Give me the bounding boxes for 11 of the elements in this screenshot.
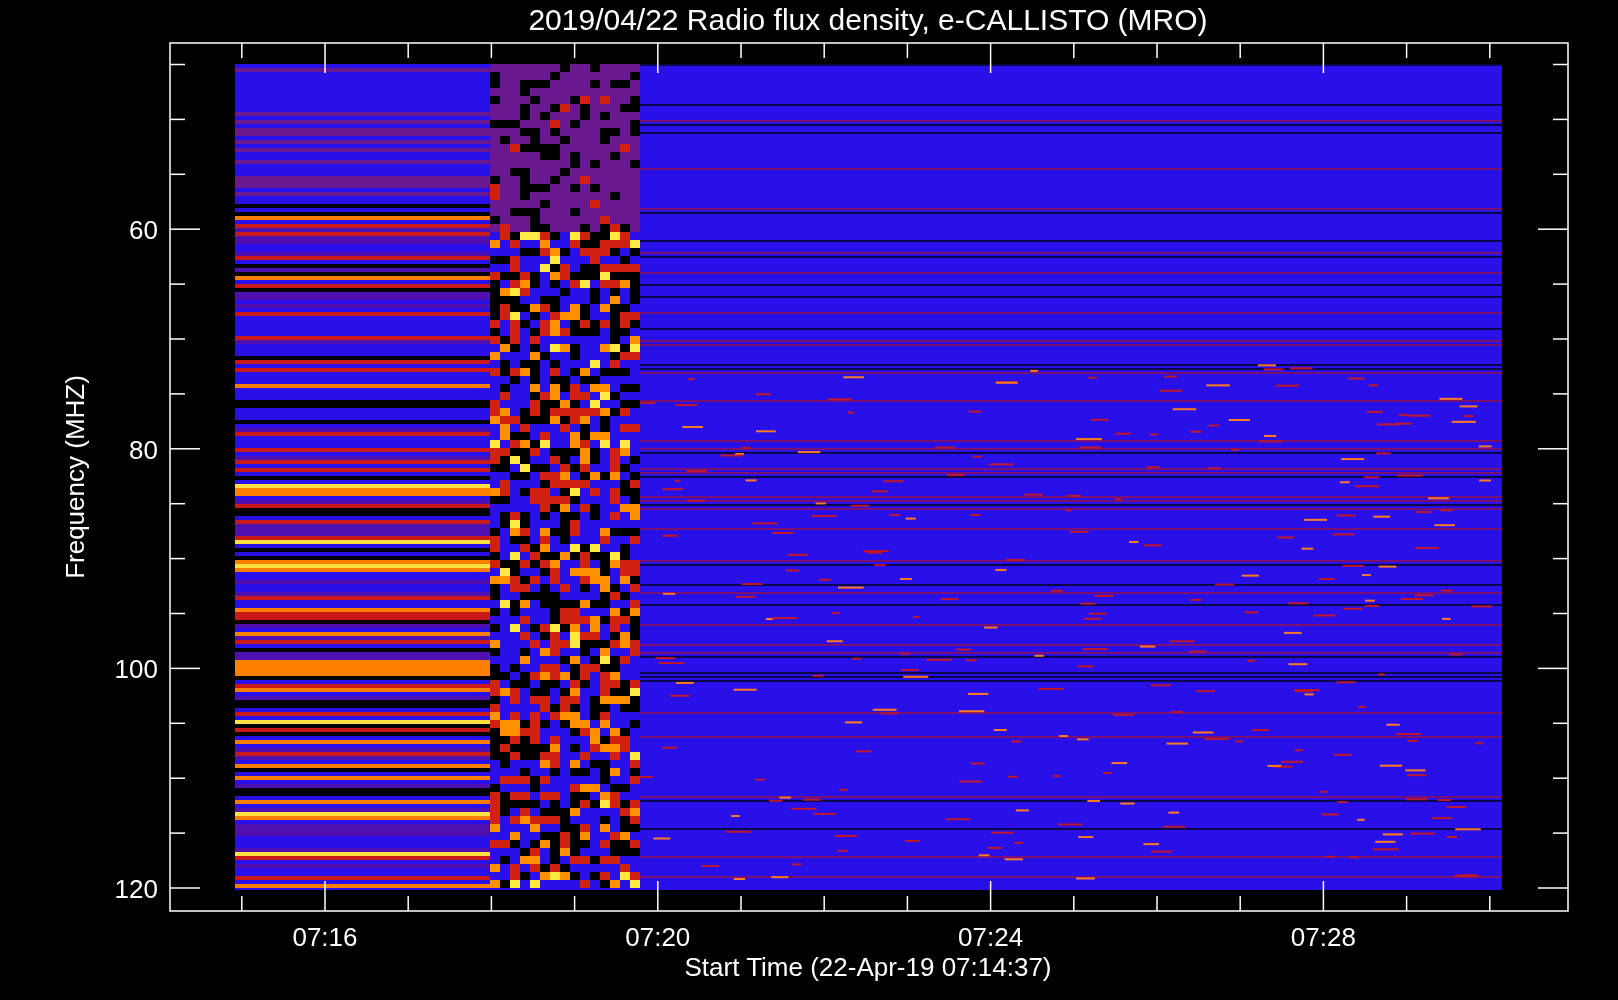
tick-label: 07:16 (292, 922, 358, 952)
axis-title: Start Time (22-Apr-19 07:14:37) (684, 952, 1052, 982)
tick-label: 07:28 (1290, 922, 1356, 952)
tick-label: 100 (114, 654, 158, 685)
tick-label: 120 (114, 874, 158, 904)
plot-title: 2019/04/22 Radio flux density, e-CALLISTO (MRO) (528, 3, 1208, 36)
tick-label: 80 (129, 434, 158, 465)
tick-label: 07:20 (625, 922, 691, 952)
tick-label: 07:24 (958, 922, 1024, 952)
axis-title: Frequency (MHZ) (60, 375, 90, 579)
tick-label: 60 (129, 215, 158, 246)
